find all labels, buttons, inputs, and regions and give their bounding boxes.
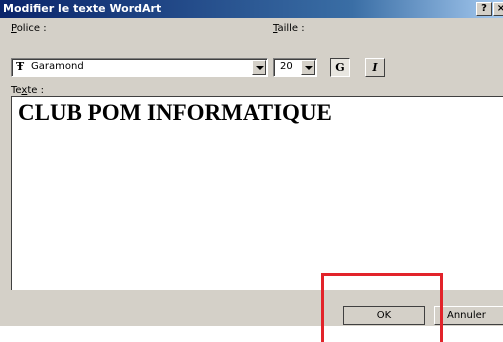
help-button[interactable]: ?	[476, 2, 492, 16]
italic-icon: I	[372, 61, 378, 74]
size-label: Taille :	[273, 23, 305, 34]
help-icon: ?	[481, 3, 487, 14]
size-dropdown-button[interactable]	[301, 60, 315, 75]
bold-button[interactable]: G	[330, 58, 350, 77]
wordart-text-value: CLUB POM INFORMATIQUE	[18, 100, 332, 125]
font-label: Police :	[11, 23, 47, 34]
size-select[interactable]: 20	[273, 58, 317, 77]
truetype-font-icon: Ŧ	[16, 60, 25, 73]
text-label: Texte :	[11, 85, 44, 96]
font-select[interactable]: Ŧ Garamond	[11, 58, 268, 77]
title-bar[interactable]: Modifier le texte WordArt ? ×	[0, 0, 503, 18]
font-select-value: Garamond	[31, 61, 84, 72]
dialog-title: Modifier le texte WordArt	[3, 2, 162, 15]
wordart-text-area[interactable]: CLUB POM INFORMATIQUE	[11, 96, 503, 290]
ok-highlight-box	[321, 273, 443, 342]
close-button[interactable]: ×	[493, 2, 503, 16]
bold-icon: G	[335, 61, 345, 74]
size-select-value: 20	[280, 61, 293, 72]
close-icon: ×	[496, 3, 503, 14]
font-dropdown-button[interactable]	[252, 60, 266, 75]
italic-button[interactable]: I	[365, 58, 385, 77]
cancel-button[interactable]: Annuler	[434, 306, 503, 325]
cancel-button-label: Annuler	[447, 310, 486, 321]
